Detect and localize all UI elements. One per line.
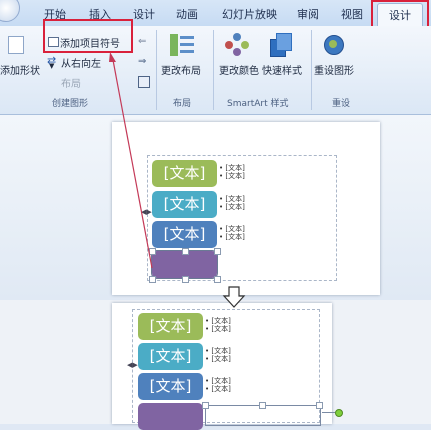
annotation-arrow xyxy=(109,52,153,269)
